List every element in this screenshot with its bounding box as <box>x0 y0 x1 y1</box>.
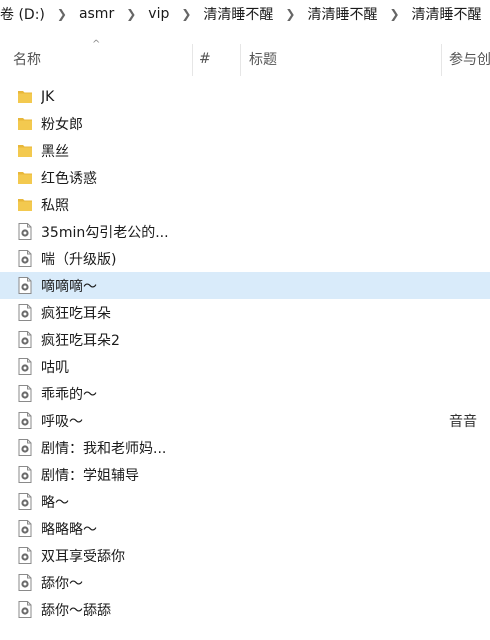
item-name: 略略略～ <box>41 521 97 538</box>
item-name: 黑丝 <box>41 143 69 160</box>
folder-row[interactable]: 红色诱惑 <box>0 164 490 191</box>
column-header-title[interactable]: 标题 <box>249 40 439 78</box>
item-name: 疯狂吃耳朵2 <box>41 332 120 349</box>
folder-icon <box>17 115 33 132</box>
item-name: 粉女郎 <box>41 116 83 133</box>
breadcrumb: 卷 (D:) ❯ asmr ❯ vip ❯ 清清睡不醒 ❯ 清清睡不醒 ❯ 清清… <box>0 0 490 28</box>
breadcrumb-item[interactable]: vip <box>144 6 173 22</box>
audio-file-icon <box>17 331 33 348</box>
chevron-right-icon[interactable]: ❯ <box>173 7 199 21</box>
folder-icon <box>17 196 33 213</box>
file-row[interactable]: 乖乖的～ <box>0 380 490 407</box>
audio-file-icon <box>17 601 33 618</box>
audio-file-icon <box>17 466 33 483</box>
file-row[interactable]: 35min勾引老公的... <box>0 218 490 245</box>
chevron-right-icon[interactable]: ❯ <box>381 7 407 21</box>
folder-row[interactable]: 粉女郎 <box>0 110 490 137</box>
audio-file-icon <box>17 520 33 537</box>
folder-icon <box>17 169 33 186</box>
item-name: 35min勾引老公的... <box>41 224 169 241</box>
file-row[interactable]: 双耳享受舔你 <box>0 542 490 569</box>
audio-file-icon <box>17 223 33 240</box>
file-row[interactable]: 略～ <box>0 488 490 515</box>
column-header: ^ 名称 # 标题 参与创 <box>0 39 490 78</box>
item-name: 剧情：学姐辅导 <box>41 467 139 484</box>
column-divider[interactable] <box>240 44 241 76</box>
file-row[interactable]: 嘀嘀嘀～ <box>0 272 490 299</box>
audio-file-icon <box>17 304 33 321</box>
folder-icon <box>17 142 33 159</box>
column-header-name[interactable]: 名称 <box>13 40 191 78</box>
audio-file-icon <box>17 250 33 267</box>
column-divider[interactable] <box>192 44 193 76</box>
file-row[interactable]: 舔你～舔舔 <box>0 596 490 623</box>
item-name: 乖乖的～ <box>41 386 97 403</box>
breadcrumb-item[interactable]: 清清睡不醒 <box>199 4 277 24</box>
item-name: 喘（升级版) <box>41 251 117 268</box>
file-list: JK 粉女郎黑丝红色诱惑私照 35min勾引老公的... 喘（升级版) 嘀嘀嘀～ 疯狂吃耳… <box>0 83 490 623</box>
breadcrumb-item[interactable]: asmr <box>75 6 118 22</box>
folder-row[interactable]: 私照 <box>0 191 490 218</box>
column-divider[interactable] <box>441 44 442 76</box>
file-row[interactable]: 疯狂吃耳朵2 <box>0 326 490 353</box>
audio-file-icon <box>17 439 33 456</box>
item-name: 呼吸～ <box>41 413 83 430</box>
chevron-right-icon[interactable]: ❯ <box>277 7 303 21</box>
file-row[interactable]: 剧情：学姐辅导 <box>0 461 490 488</box>
chevron-right-icon[interactable]: ❯ <box>118 7 144 21</box>
item-name: 嘀嘀嘀～ <box>41 278 97 295</box>
audio-file-icon <box>17 493 33 510</box>
item-name: JK <box>41 88 55 105</box>
audio-file-icon <box>17 412 33 429</box>
folder-row[interactable]: JK <box>0 83 490 110</box>
item-name: 舔你～舔舔 <box>41 602 111 619</box>
chevron-right-icon[interactable]: ❯ <box>486 7 490 21</box>
breadcrumb-item[interactable]: 卷 (D:) <box>0 4 49 24</box>
breadcrumb-item[interactable]: 清清睡不醒 <box>408 4 486 24</box>
file-row[interactable]: 略略略～ <box>0 515 490 542</box>
item-name: 剧情：我和老师妈... <box>41 440 167 457</box>
item-name: 咕叽 <box>41 359 69 376</box>
chevron-right-icon[interactable]: ❯ <box>49 7 75 21</box>
item-name: 私照 <box>41 197 69 214</box>
file-row[interactable]: 舔你～ <box>0 569 490 596</box>
audio-file-icon <box>17 547 33 564</box>
file-row[interactable]: 咕叽 <box>0 353 490 380</box>
folder-row[interactable]: 黑丝 <box>0 137 490 164</box>
item-name: 疯狂吃耳朵 <box>41 305 111 322</box>
file-row[interactable]: 疯狂吃耳朵 <box>0 299 490 326</box>
file-row[interactable]: 剧情：我和老师妈... <box>0 434 490 461</box>
item-name: 略～ <box>41 494 69 511</box>
audio-file-icon <box>17 574 33 591</box>
column-header-number[interactable]: # <box>199 40 239 78</box>
audio-file-icon <box>17 385 33 402</box>
file-row[interactable]: 喘（升级版) <box>0 245 490 272</box>
file-row[interactable]: 呼吸～ 音音 <box>0 407 490 434</box>
audio-file-icon <box>17 358 33 375</box>
column-header-participant[interactable]: 参与创 <box>449 40 490 78</box>
audio-file-icon <box>17 277 33 294</box>
item-name: 红色诱惑 <box>41 170 97 187</box>
item-participant: 音音 <box>449 413 477 430</box>
folder-icon <box>17 88 33 105</box>
item-name: 舔你～ <box>41 575 83 592</box>
breadcrumb-item[interactable]: 清清睡不醒 <box>303 4 381 24</box>
item-name: 双耳享受舔你 <box>41 548 125 565</box>
